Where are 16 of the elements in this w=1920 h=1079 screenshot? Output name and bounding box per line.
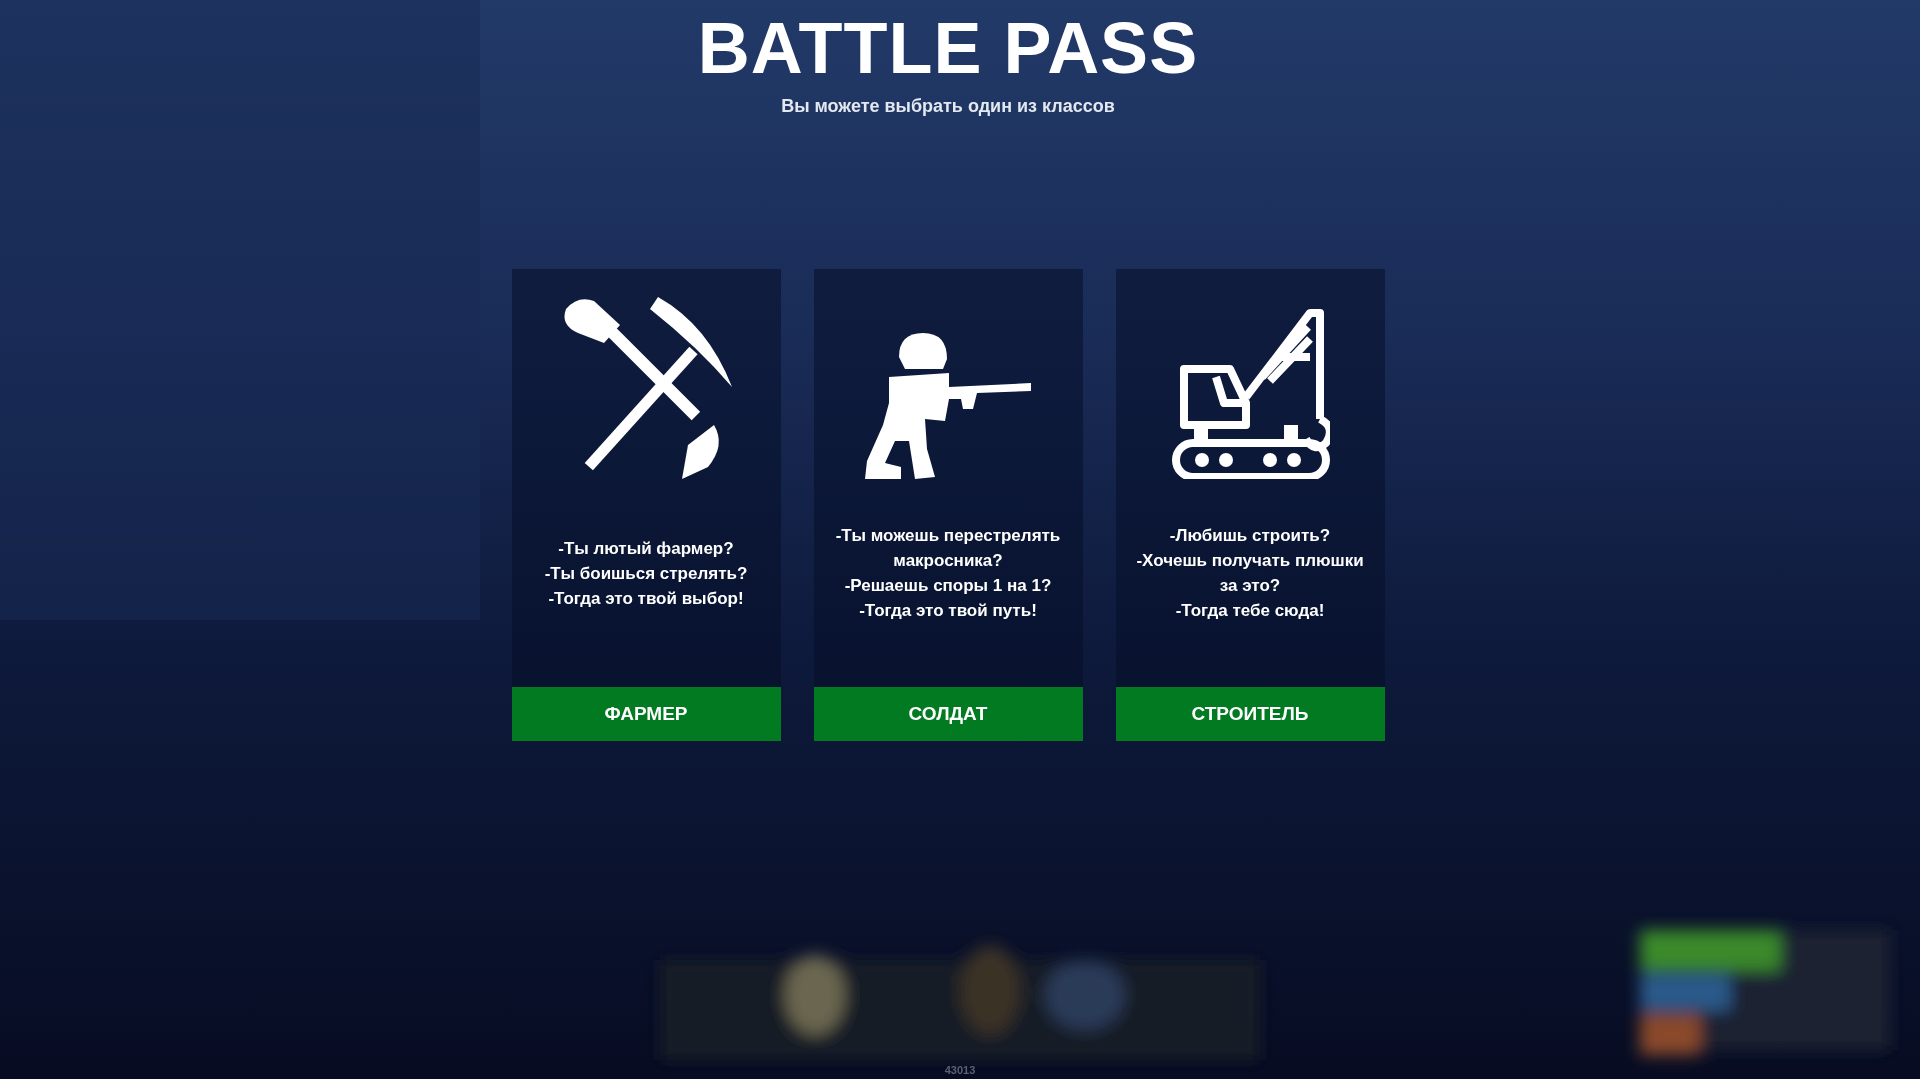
class-description-line: -Хочешь получать плюшки за это?: [1135, 550, 1365, 597]
class-description-line: -Ты боишься стрелять?: [544, 562, 748, 585]
class-select-button[interactable]: СТРОИТЕЛЬ: [1115, 687, 1385, 741]
page-subtitle: Вы можете выбрать один из классов: [781, 96, 1115, 117]
page-title: BATTLE PASS: [697, 7, 1199, 90]
class-select-button[interactable]: ФАРМЕР: [511, 687, 781, 741]
class-select-button[interactable]: СОЛДАТ: [813, 687, 1083, 741]
class-description-line: -Любишь строить?: [1169, 525, 1331, 547]
class-description-line: -Тогда это твой путь!: [859, 600, 1037, 622]
class-description-line: -Ты можешь перестрелять макросника?: [834, 525, 1062, 572]
class-description-line: -Тогда тебе сюда!: [1175, 600, 1325, 622]
crawler-crane-icon: [1170, 307, 1330, 479]
class-description-line: -Тогда это твой выбор!: [548, 587, 744, 610]
hud-counter: 43013: [943, 1064, 977, 1076]
class-description-line: -Решаешь споры 1 на 1?: [844, 575, 1052, 597]
class-description-line: -Ты лютый фармер?: [558, 537, 734, 560]
